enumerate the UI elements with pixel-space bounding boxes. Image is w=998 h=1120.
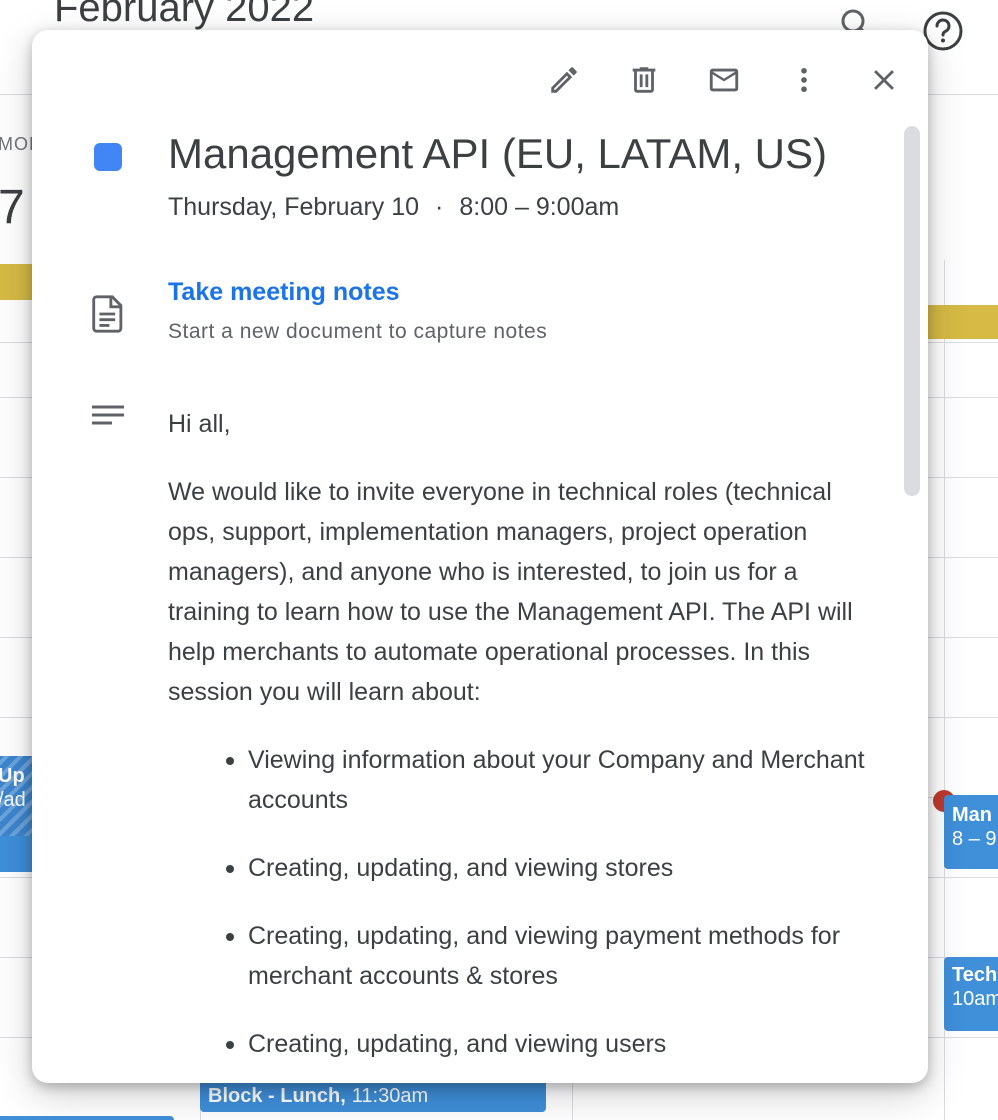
calendar-event[interactable]: Man 8 – 9 <box>944 795 998 869</box>
event-datetime: Thursday, February 10 · 8:00 – 9:00am <box>168 193 619 222</box>
event-description: Hi all, We would like to invite everyone… <box>168 404 868 1083</box>
list-item: Creating, updating, and viewing stores <box>226 848 868 888</box>
calendar-event[interactable]: Block - Lunch, 11:30am <box>200 1080 546 1112</box>
datetime-separator: · <box>435 193 444 221</box>
event-title: Tech <box>952 964 998 986</box>
event-subtitle: 11:30am <box>351 1085 429 1107</box>
description-icon <box>92 405 124 425</box>
calendar-event[interactable] <box>0 1116 174 1120</box>
document-icon <box>92 295 123 333</box>
month-title: February 2022 <box>54 0 315 30</box>
event-title: Man <box>952 804 992 826</box>
event-details: Management API (EU, LATAM, US) Thursday,… <box>32 30 928 1083</box>
event-subtitle: 8 – 9 <box>952 828 997 850</box>
list-item: Viewing information about your Company a… <box>226 740 868 820</box>
list-item: Creating, updating, and viewing users <box>226 1024 868 1064</box>
help-icon[interactable] <box>922 10 964 52</box>
description-bullet-list: Viewing information about your Company a… <box>168 740 868 1064</box>
calendar-event[interactable]: Tech 10am <box>944 957 998 1031</box>
calendar-color-swatch <box>94 143 122 171</box>
meeting-notes-hint: Start a new document to capture notes <box>168 320 548 343</box>
all-day-event[interactable] <box>920 305 998 339</box>
event-title: Block - Lunch, <box>208 1085 346 1107</box>
list-item: Creating, updating, and viewing payment … <box>226 916 868 996</box>
description-greeting: Hi all, <box>168 410 231 438</box>
event-time: 8:00 – 9:00am <box>459 193 620 221</box>
take-meeting-notes-link[interactable]: Take meeting notes <box>168 278 400 307</box>
event-subtitle: 10am <box>952 988 998 1010</box>
event-date: Thursday, February 10 <box>168 193 420 221</box>
event-title: Management API (EU, LATAM, US) <box>168 130 827 177</box>
event-detail-dialog: Management API (EU, LATAM, US) Thursday,… <box>32 30 928 1083</box>
day-number[interactable]: 7 <box>0 180 25 235</box>
description-body: We would like to invite everyone in tech… <box>168 478 853 706</box>
